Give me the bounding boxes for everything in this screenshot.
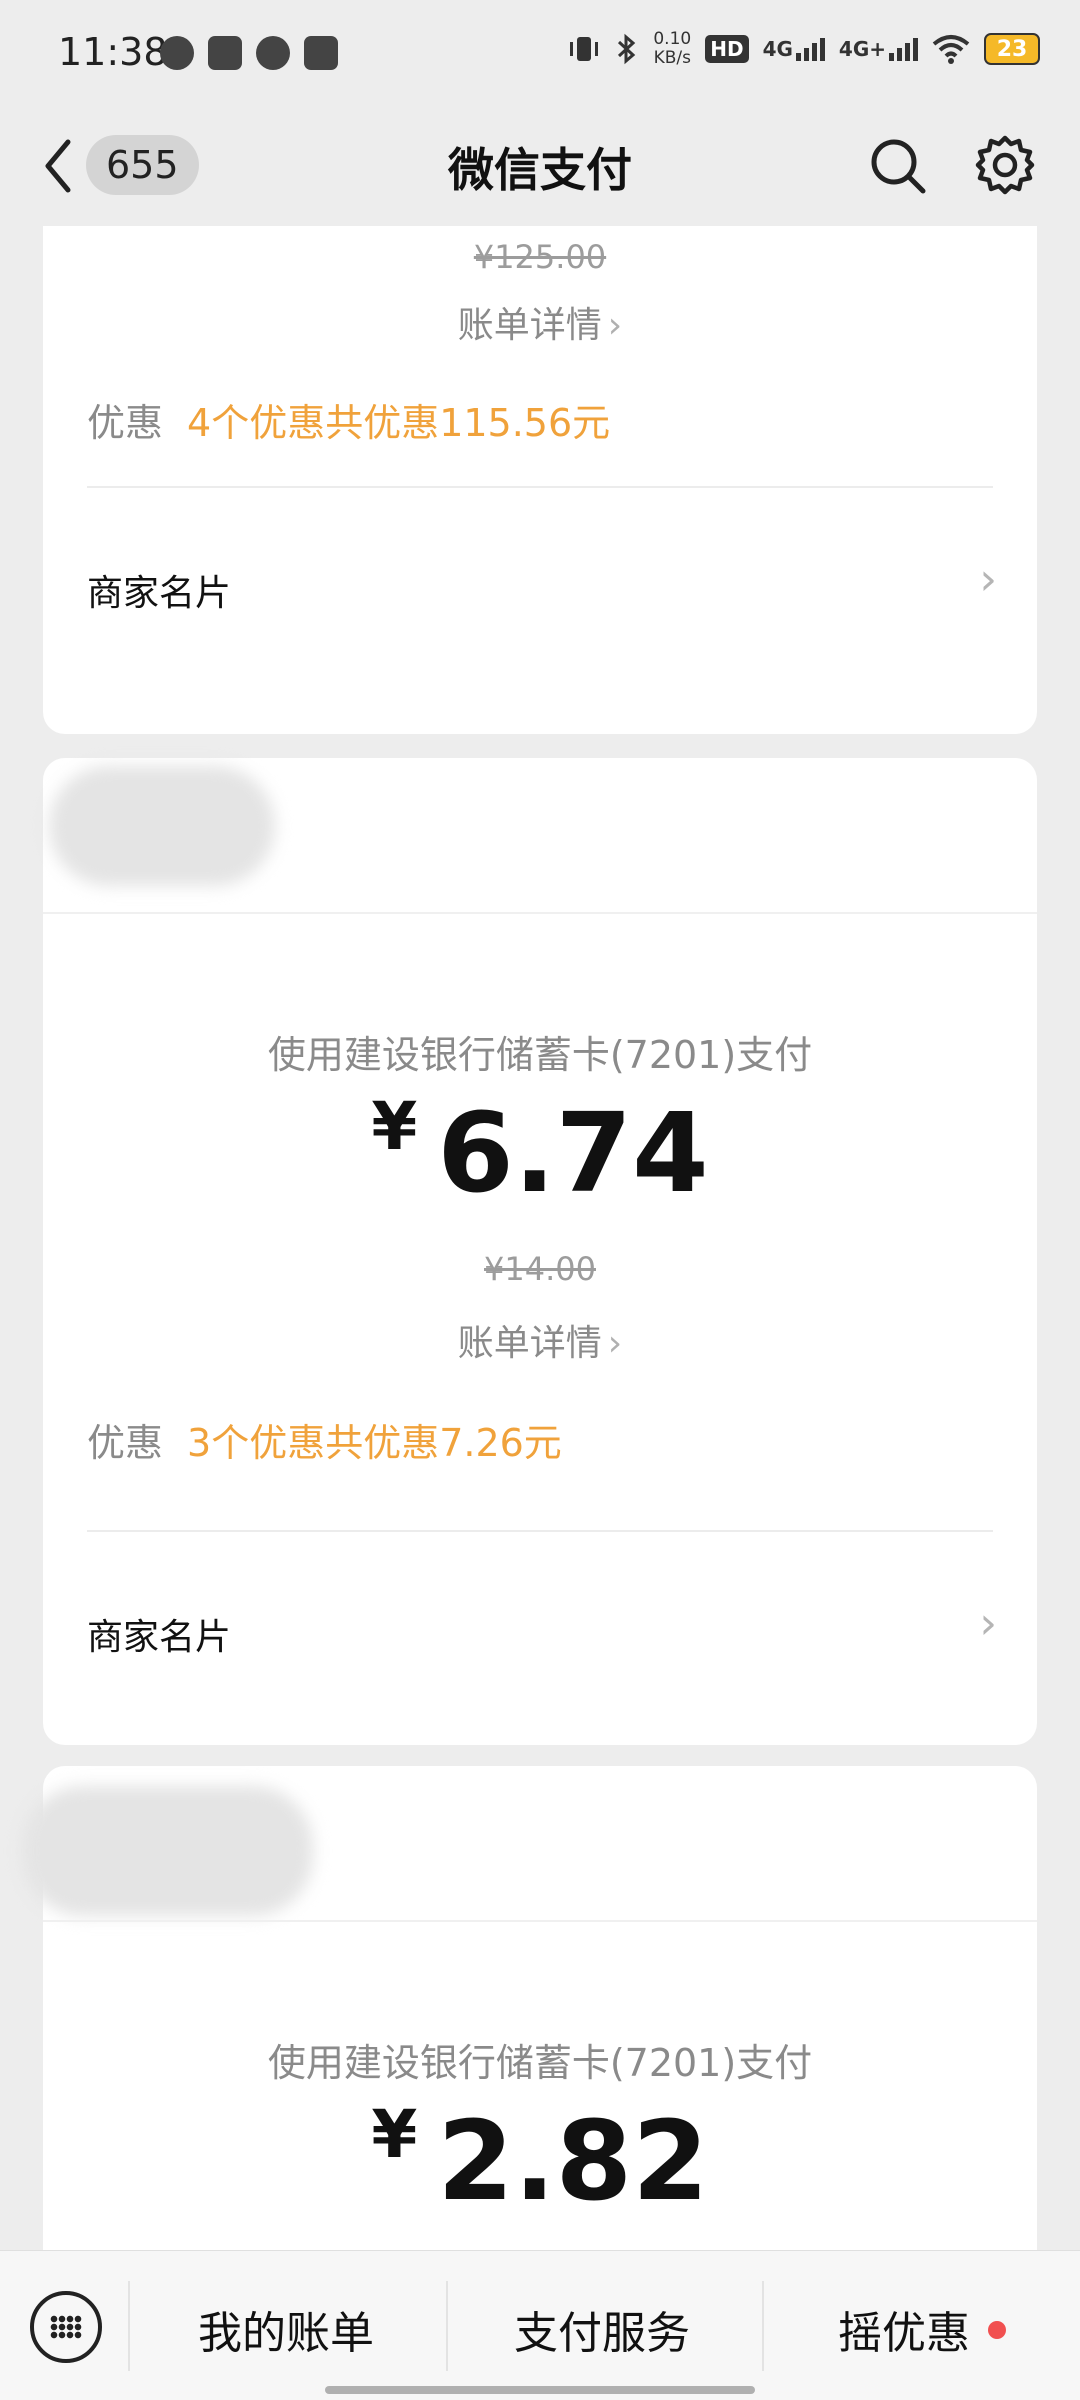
separator — [128, 2281, 130, 2371]
currency-symbol: ¥ — [371, 1088, 418, 1165]
gear-icon[interactable] — [974, 134, 1036, 196]
amount-value: 6.74 — [437, 1089, 709, 1217]
chevron-right-icon: › — [607, 305, 623, 346]
status-bar: 11:38 0.10 KB/s HD 4G 4G+ 23 — [0, 0, 1080, 110]
payment-amount: ¥2.82 — [43, 2096, 1037, 2225]
tab-payment-services[interactable]: 支付服务 — [514, 2297, 690, 2361]
chevron-right-icon[interactable]: › — [979, 554, 997, 605]
discount-value: 3个优惠共优惠7.26元 — [187, 1421, 562, 1465]
merchant-card-link[interactable]: 商家名片 — [87, 564, 231, 616]
bill-card: 使用建设银行储蓄卡(7201)支付 ¥6.74 ¥14.00 账单详情 › 优惠 3… — [43, 758, 1037, 1745]
signal-sim2: 4G+ — [839, 37, 918, 61]
bill-detail-link[interactable]: 账单详情 › — [43, 1314, 1037, 1366]
bill-card: 使用建设银行储蓄卡(7201)支付 ¥2.82 — [23, 1766, 1037, 2250]
original-price: ¥14.00 — [484, 1250, 596, 1288]
search-icon[interactable] — [868, 136, 928, 196]
discount-value: 4个优惠共优惠115.56元 — [187, 401, 611, 445]
battery-icon: 23 — [984, 33, 1040, 65]
notification-icons — [160, 36, 338, 70]
chevron-right-icon[interactable]: › — [979, 1598, 997, 1649]
bluetooth-icon — [618, 33, 636, 65]
bill-detail-label: 账单详情 — [457, 305, 602, 346]
bottom-menu-bar: 我的账单 支付服务 摇优惠 — [0, 2250, 1080, 2400]
discount-label: 优惠 — [87, 401, 164, 445]
discount-label: 优惠 — [87, 1421, 164, 1465]
bill-card: ¥125.00 账单详情 › 优惠 4个优惠共优惠115.56元 商家名片 › — [43, 226, 1037, 734]
divider — [43, 1920, 1037, 1922]
amount-value: 2.82 — [437, 2097, 709, 2225]
app-icon — [208, 36, 242, 70]
sim2-label: 4G+ — [838, 37, 886, 61]
tab-shake-discounts[interactable]: 摇优惠 — [838, 2297, 970, 2361]
original-price: ¥125.00 — [473, 238, 607, 276]
home-indicator[interactable] — [325, 2386, 755, 2394]
currency-symbol: ¥ — [371, 2096, 418, 2173]
separator — [762, 2281, 764, 2371]
chevron-right-icon: › — [607, 1323, 623, 1364]
payment-method: 使用建设银行储蓄卡(7201)支付 — [267, 2041, 813, 2085]
bill-detail-label: 账单详情 — [457, 1323, 602, 1364]
speed-unit: KB/s — [653, 48, 691, 68]
bill-feed[interactable]: ¥125.00 账单详情 › 优惠 4个优惠共优惠115.56元 商家名片 › 使用… — [0, 226, 1080, 2250]
hd-icon: HD — [705, 35, 749, 63]
discount-row: 优惠 4个优惠共优惠115.56元 — [87, 392, 610, 447]
divider — [43, 912, 1037, 914]
payment-method: 使用建设银行储蓄卡(7201)支付 — [267, 1033, 813, 1077]
signal-sim1: 4G — [763, 37, 825, 61]
vibrate-icon — [570, 37, 599, 61]
merchant-logo-blurred — [49, 766, 275, 886]
wifi-icon — [932, 35, 970, 64]
header: 655 微信支付 — [0, 110, 1080, 220]
wechat-icon — [160, 36, 194, 70]
merchant-card-link[interactable]: 商家名片 — [87, 1608, 231, 1660]
payment-amount: ¥6.74 — [43, 1088, 1037, 1217]
system-indicators: 0.10 KB/s HD 4G 4G+ 23 — [567, 30, 1040, 68]
network-speed: 0.10 KB/s — [653, 30, 691, 68]
notification-dot — [988, 2321, 1006, 2339]
sim1-label: 4G — [762, 37, 793, 61]
merchant-logo-blurred — [23, 1786, 313, 1916]
separator — [446, 2281, 448, 2371]
tab-my-bills[interactable]: 我的账单 — [198, 2297, 374, 2361]
speed-value: 0.10 — [653, 29, 692, 49]
divider — [87, 1530, 993, 1532]
status-time: 11:38 — [58, 30, 168, 74]
divider — [87, 486, 993, 488]
keyboard-icon[interactable] — [30, 2291, 102, 2363]
mail-icon — [304, 36, 338, 70]
discount-row: 优惠 3个优惠共优惠7.26元 — [87, 1412, 562, 1467]
message-icon — [256, 36, 290, 70]
bill-detail-link[interactable]: 账单详情 › — [43, 296, 1037, 348]
